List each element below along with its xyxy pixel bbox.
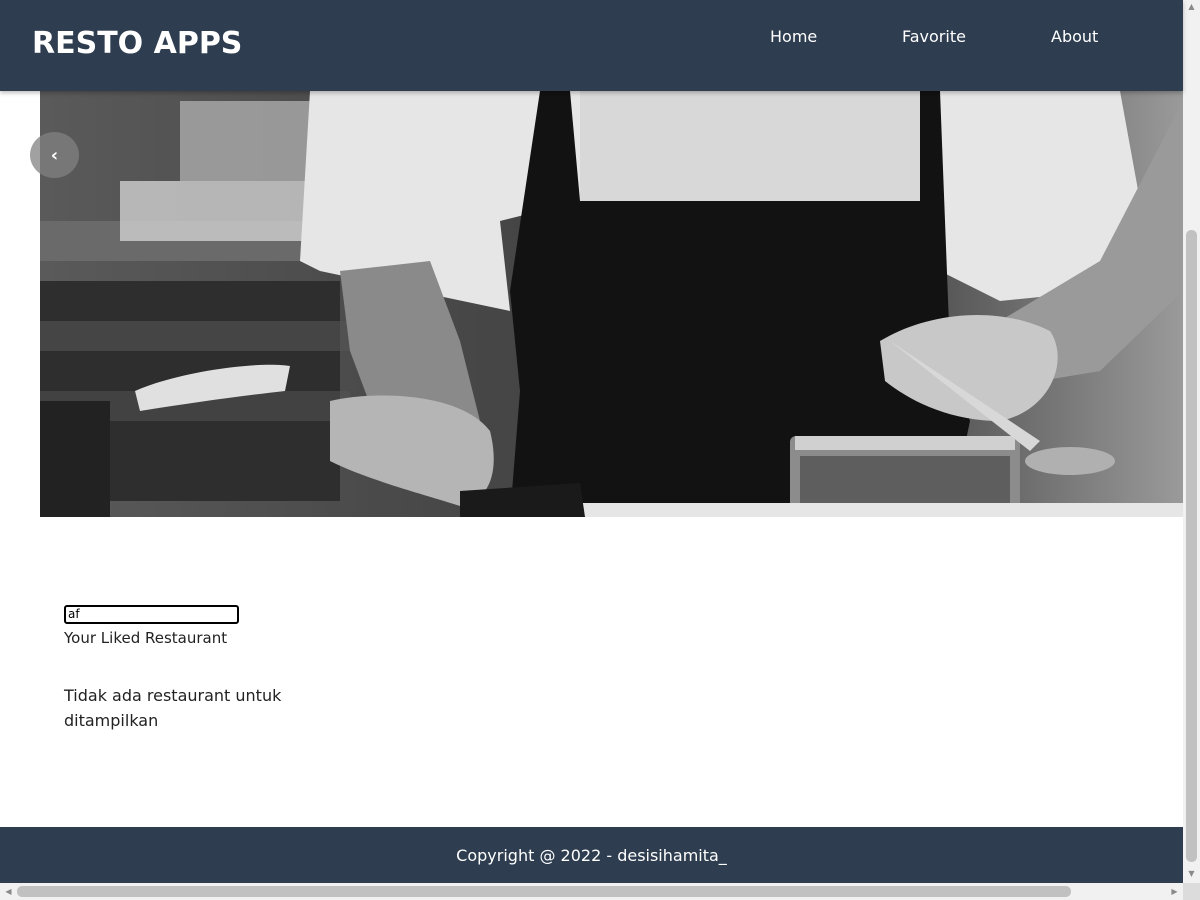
scroll-down-icon[interactable]: ▼ <box>1187 870 1196 878</box>
nav-home-link[interactable]: Home <box>770 27 817 46</box>
nav-about-link[interactable]: About <box>1051 27 1098 46</box>
scroll-right-icon[interactable]: ▶ <box>1170 887 1179 896</box>
horizontal-scrollbar[interactable]: ◀ ▶ <box>0 883 1183 900</box>
copyright-text: Copyright @ 2022 - desisihamita_ <box>456 845 727 865</box>
carousel-prev-button[interactable]: ‹ <box>30 132 79 178</box>
nav-favorite-link[interactable]: Favorite <box>902 27 966 46</box>
vertical-scrollbar[interactable]: ▲ ▼ <box>1183 0 1200 883</box>
scroll-left-icon[interactable]: ◀ <box>4 887 13 896</box>
scrollbar-corner <box>1183 883 1200 900</box>
horizontal-scroll-thumb[interactable] <box>17 886 1071 897</box>
vertical-scroll-thumb[interactable] <box>1186 230 1197 862</box>
app-footer: Copyright @ 2022 - desisihamita_ <box>0 827 1183 883</box>
search-input[interactable] <box>64 605 239 624</box>
chef-photo <box>40 91 1183 517</box>
app-header: RESTO APPS Home Favorite About <box>0 0 1183 91</box>
scroll-up-icon[interactable]: ▲ <box>1187 3 1196 11</box>
empty-state-message: Tidak ada restaurant untuk ditampilkan <box>64 686 282 730</box>
section-title: Your Liked Restaurant <box>64 629 228 647</box>
chevron-left-icon: ‹ <box>50 144 59 166</box>
main-nav: Home Favorite About <box>0 27 1183 47</box>
hero-image <box>40 91 1183 517</box>
